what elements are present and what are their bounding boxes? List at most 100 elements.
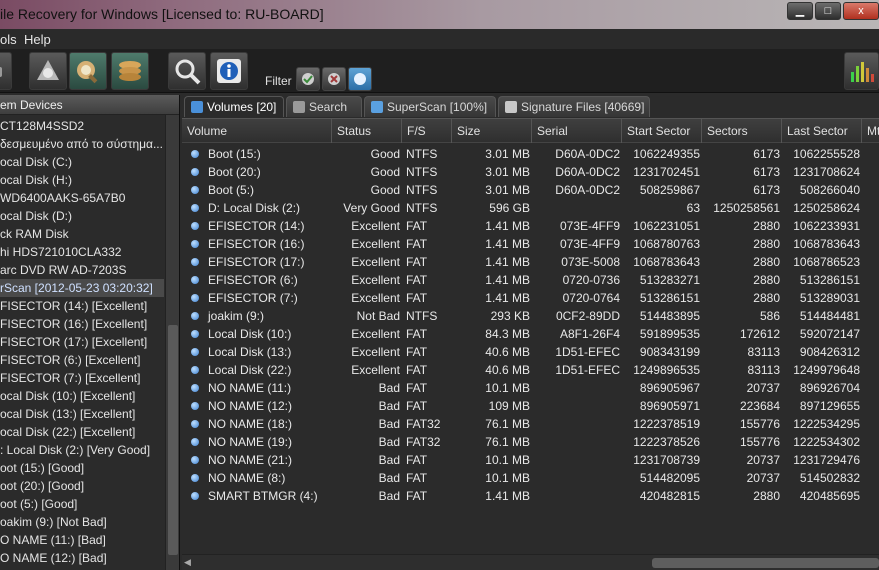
device-list-item[interactable]: arc DVD RW AD-7203S [0, 261, 164, 279]
tab-search[interactable]: Search [286, 96, 362, 117]
scroll-left-icon[interactable]: ◀ [184, 557, 194, 567]
col-sectors[interactable]: Sectors [702, 119, 782, 143]
cell-status: Good [370, 147, 400, 161]
cell-volume: EFISECTOR (7:) [208, 291, 298, 305]
table-row[interactable]: EFISECTOR (17:) Excellent FAT 1.41 MB 073E-5… [182, 253, 879, 271]
device-list-item[interactable]: ocal Disk (10:) [Excellent] [0, 387, 164, 405]
table-horizontal-scrollbar[interactable]: ◀ [182, 554, 879, 570]
device-list-item[interactable]: WD6400AAKS-65A7B0 [0, 189, 164, 207]
device-list-item[interactable]: FISECTOR (17:) [Excellent] [0, 333, 164, 351]
col-fs[interactable]: F/S [402, 119, 452, 143]
cell-size: 3.01 MB [485, 183, 530, 197]
device-scrollbar-thumb[interactable] [168, 325, 178, 555]
col-serial[interactable]: Serial [532, 119, 622, 143]
table-row[interactable]: Local Disk (13:) Excellent FAT 40.6 MB 1D51-… [182, 343, 879, 361]
table-row[interactable]: EFISECTOR (6:) Excellent FAT 1.41 MB 0720-07… [182, 271, 879, 289]
tab-volumes[interactable]: Volumes [20] [184, 96, 284, 117]
close-button[interactable]: x [843, 2, 879, 20]
device-list-item[interactable]: FISECTOR (16:) [Excellent] [0, 315, 164, 333]
minimize-button[interactable]: ▁ [787, 2, 813, 20]
filter-all-button[interactable] [348, 67, 372, 91]
menu-help[interactable]: Help [24, 32, 51, 47]
table-scrollbar-thumb[interactable] [652, 558, 879, 568]
table-row[interactable]: NO NAME (12:) Bad FAT 109 MB 896905971 223684… [182, 397, 879, 415]
volume-icon [191, 186, 199, 194]
table-row[interactable]: Boot (15:) Good NTFS 3.01 MB D60A-0DC2 106224… [182, 145, 879, 163]
device-list-item[interactable]: ocal Disk (C:) [0, 153, 164, 171]
maximize-button[interactable]: □ [815, 2, 841, 20]
device-list-item[interactable]: : Local Disk (2:) [Very Good] [0, 441, 164, 459]
device-list-item[interactable]: ck RAM Disk [0, 225, 164, 243]
table-row[interactable]: NO NAME (11:) Bad FAT 10.1 MB 896905967 20737… [182, 379, 879, 397]
cell-last-sector: 508266040 [799, 183, 860, 197]
cell-volume: EFISECTOR (17:) [208, 255, 305, 269]
col-last-sector[interactable]: Last Sector [782, 119, 862, 143]
table-row[interactable]: D: Local Disk (2:) Very Good NTFS 596 GB 63 1… [182, 199, 879, 217]
info-button[interactable] [210, 52, 248, 90]
volumes-icon [191, 101, 203, 113]
device-list-item[interactable]: ocal Disk (D:) [0, 207, 164, 225]
device-list-item[interactable]: O NAME (11:) [Bad] [0, 531, 164, 549]
menu-tools[interactable]: ols [0, 32, 17, 47]
device-list-item[interactable]: ocal Disk (22:) [Excellent] [0, 423, 164, 441]
col-status[interactable]: Status [332, 119, 402, 143]
tab-signature-files[interactable]: Signature Files [40669] [498, 96, 650, 117]
col-volume[interactable]: Volume [182, 119, 332, 143]
cell-fs: NTFS [406, 165, 438, 179]
table-row[interactable]: EFISECTOR (7:) Excellent FAT 1.41 MB 0720-07… [182, 289, 879, 307]
table-row[interactable]: EFISECTOR (16:) Excellent FAT 1.41 MB 073E-4… [182, 235, 879, 253]
tab-volumes-label: Volumes [20] [207, 100, 277, 114]
volumes-table: Volume Status F/S Size Serial Start Sect… [182, 118, 879, 554]
recover-button[interactable] [69, 52, 107, 90]
table-row[interactable]: SMART BTMGR (4:) Bad FAT 1.41 MB 420482815 28… [182, 487, 879, 505]
volume-icon [191, 276, 199, 284]
device-list-item[interactable]: hi HDS721010CLA332 [0, 243, 164, 261]
disks-button[interactable] [111, 52, 149, 90]
tab-search-label: Search [309, 100, 348, 114]
scan-button[interactable] [29, 52, 67, 90]
device-scrollbar[interactable] [165, 115, 179, 570]
cell-fs: FAT [406, 471, 428, 485]
table-row[interactable]: NO NAME (19:) Bad FAT32 76.1 MB 1222378526 15… [182, 433, 879, 451]
device-list-item[interactable]: ocal Disk (H:) [0, 171, 164, 189]
table-row[interactable]: NO NAME (8:) Bad FAT 10.1 MB 514482095 20737 5… [182, 469, 879, 487]
table-row[interactable]: Local Disk (10:) Excellent FAT 84.3 MB A8F1-… [182, 325, 879, 343]
cell-status: Bad [378, 435, 400, 449]
table-row[interactable]: joakim (9:) Not Bad NTFS 293 KB 0CF2-89DD 514… [182, 307, 879, 325]
device-list-item[interactable]: O NAME (12:) [Bad] [0, 549, 164, 567]
signature-file-icon [505, 101, 517, 113]
volume-icon [191, 168, 199, 176]
col-size[interactable]: Size [452, 119, 532, 143]
device-list-item[interactable]: δεσμευμένο από το σύστημα... [0, 135, 164, 153]
cell-fs: FAT [406, 291, 428, 305]
device-list-item[interactable]: FISECTOR (14:) [Excellent] [0, 297, 164, 315]
device-list-item[interactable]: oot (15:) [Good] [0, 459, 164, 477]
cell-start-sector: 1231702451 [633, 165, 700, 179]
device-list-item[interactable]: CT128M4SSD2 [0, 117, 164, 135]
table-row[interactable]: Local Disk (22:) Excellent FAT 40.6 MB 1D51-… [182, 361, 879, 379]
toolbar-partial-button[interactable] [0, 52, 12, 90]
device-list-item[interactable]: oot (5:) [Good] [0, 495, 164, 513]
table-row[interactable]: Boot (5:) Good NTFS 3.01 MB D60A-0DC2 5082598… [182, 181, 879, 199]
device-list-item[interactable]: FISECTOR (6:) [Excellent] [0, 351, 164, 369]
cell-status: Bad [378, 489, 400, 503]
device-list-item[interactable]: FISECTOR (7:) [Excellent] [0, 369, 164, 387]
device-list-item[interactable]: oakim (9:) [Not Bad] [0, 513, 164, 531]
device-list-item[interactable]: oot (20:) [Good] [0, 477, 164, 495]
table-row[interactable]: Boot (20:) Good NTFS 3.01 MB D60A-0DC2 123170… [182, 163, 879, 181]
cell-sectors: 1250258561 [713, 201, 780, 215]
filter-good-button[interactable] [296, 67, 320, 91]
table-row[interactable]: EFISECTOR (14:) Excellent FAT 1.41 MB 073E-4… [182, 217, 879, 235]
monitor-button[interactable] [844, 52, 879, 90]
col-mt[interactable]: Mt [862, 119, 879, 143]
col-start-sector[interactable]: Start Sector [622, 119, 702, 143]
search-button[interactable] [168, 52, 206, 90]
filter-bad-button[interactable] [322, 67, 346, 91]
table-row[interactable]: NO NAME (18:) Bad FAT32 76.1 MB 1222378519 15… [182, 415, 879, 433]
cell-start-sector: 908343199 [639, 345, 700, 359]
device-list-item[interactable]: ocal Disk (13:) [Excellent] [0, 405, 164, 423]
table-row[interactable]: NO NAME (21:) Bad FAT 10.1 MB 1231708739 2073… [182, 451, 879, 469]
tab-superscan[interactable]: SuperScan [100%] [364, 96, 496, 117]
cell-start-sector: 591899535 [639, 327, 700, 341]
device-list-item[interactable]: rScan [2012-05-23 03:20:32] [0, 279, 164, 297]
